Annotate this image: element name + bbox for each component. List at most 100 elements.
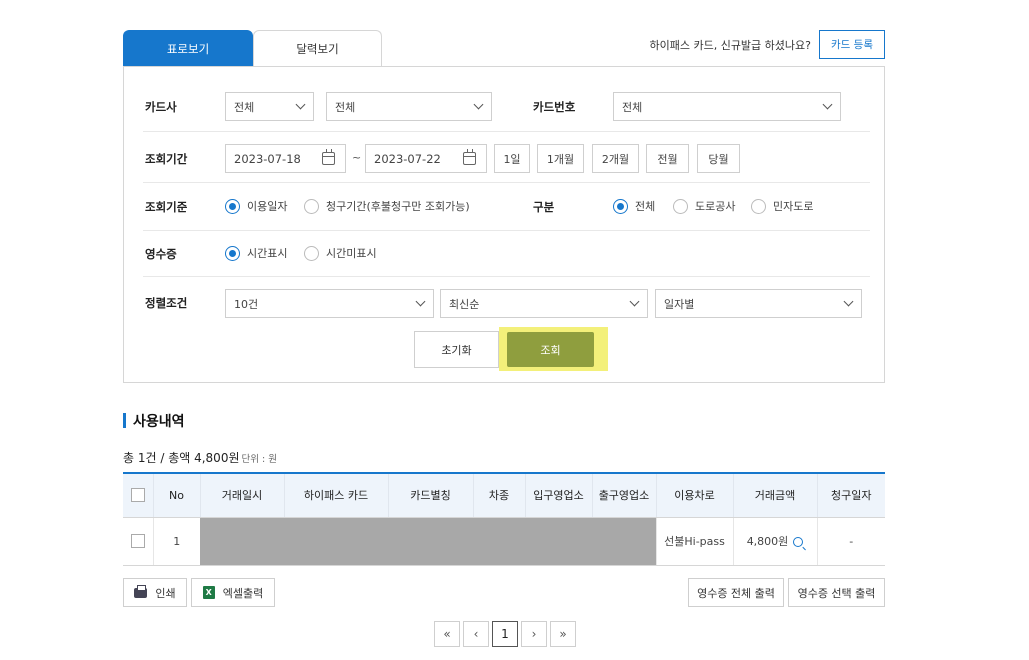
receipt-option-label: 시간미표시: [326, 247, 377, 260]
column-header: 거래금액: [732, 472, 817, 518]
calendar-icon[interactable]: [463, 149, 476, 165]
column-header: 출구영업소: [591, 472, 656, 518]
card-register-button[interactable]: 카드 등록: [819, 30, 885, 59]
calendar-icon[interactable]: [322, 149, 335, 165]
column-header: 청구일자: [816, 472, 885, 518]
header-select-all[interactable]: [123, 472, 153, 518]
excel-label: 엑셀출력: [222, 586, 264, 600]
start-date-input[interactable]: 2023-07-18: [225, 144, 346, 173]
basis-label: 조회기준: [145, 200, 188, 214]
sort-order-value: 최신순: [449, 297, 480, 311]
end-date-value: 2023-07-22: [374, 151, 441, 166]
card-company-sub-value: 전체: [335, 100, 356, 114]
chevron-down-icon: [629, 296, 640, 307]
tab-calendar-view[interactable]: 달력보기: [253, 30, 382, 67]
card-number-select[interactable]: 전체: [613, 92, 841, 121]
card-company-select[interactable]: 전체: [225, 92, 314, 121]
category-option-label: 민자도로: [773, 200, 814, 213]
receipt-radio-hide-time[interactable]: 시간미표시: [304, 245, 377, 261]
column-header: 카드별칭: [387, 472, 473, 518]
category-label: 구분: [533, 200, 555, 214]
print-button[interactable]: 인쇄: [123, 578, 187, 607]
first-page-button[interactable]: «: [434, 621, 460, 647]
radio-dot: [304, 198, 319, 214]
masked-data-cell: [200, 517, 656, 566]
receipt-label: 영수증: [145, 247, 177, 261]
chevron-down-icon: [473, 99, 484, 110]
chevron-down-icon: [415, 296, 426, 307]
card-number-label: 카드번호: [533, 100, 576, 114]
new-card-notice: 하이패스 카드, 신규발급 하셨나요?: [649, 39, 811, 52]
summary: 총 1건 / 총액 4,800원 단위 : 원: [123, 449, 277, 466]
start-date-value: 2023-07-18: [234, 151, 301, 166]
category-radio-all[interactable]: 전체: [613, 198, 655, 214]
basis-option-label: 이용일자: [247, 200, 288, 213]
basis-radio-billing-period[interactable]: 청구기간(후불청구만 조회가능): [304, 198, 470, 214]
tab-table-view-label: 표로보기: [166, 41, 210, 56]
last-page-button[interactable]: »: [550, 621, 576, 647]
receipt-option-label: 시간표시: [247, 247, 288, 260]
excel-export-button[interactable]: X 엑셀출력: [191, 578, 275, 607]
next-page-button[interactable]: ›: [521, 621, 547, 647]
section-title: 사용내역: [133, 414, 185, 430]
row-select-cell[interactable]: [123, 517, 153, 566]
reset-button[interactable]: 초기화: [414, 331, 499, 368]
sort-order-select[interactable]: 최신순: [440, 289, 648, 318]
radio-dot: [673, 198, 688, 214]
select-all-checkbox[interactable]: [130, 488, 145, 503]
period-1month-button[interactable]: 1개월: [537, 144, 584, 173]
divider: [143, 276, 870, 277]
card-company-value: 전체: [234, 100, 255, 114]
tab-table-view[interactable]: 표로보기: [123, 30, 253, 67]
chevron-down-icon: [822, 99, 833, 110]
radio-dot: [751, 198, 766, 214]
zoom-in-icon[interactable]: [793, 537, 804, 547]
date-separator: ~: [352, 151, 362, 164]
print-label: 인쇄: [155, 586, 176, 600]
row-checkbox[interactable]: [130, 534, 145, 548]
row-billing-date: -: [816, 517, 885, 566]
receipt-radio-show-time[interactable]: 시간표시: [225, 245, 287, 261]
page-number-current[interactable]: 1: [492, 621, 518, 647]
sort-count-select[interactable]: 10건: [225, 289, 434, 318]
period-2month-button[interactable]: 2개월: [592, 144, 639, 173]
table-row: 1 선불Hi-pass 4,800원 -: [123, 517, 885, 566]
column-header: 차종: [472, 472, 525, 518]
column-header: No: [152, 472, 200, 518]
excel-icon: X: [202, 586, 215, 599]
section-marker: [123, 413, 126, 428]
category-option-label: 도로공사: [695, 200, 736, 213]
row-no: 1: [152, 517, 200, 566]
usage-table: No 거래일시 하이패스 카드 카드별칭 차종 입구영업소 출구영업소 이용차로…: [123, 472, 885, 566]
column-header: 이용차로: [655, 472, 733, 518]
radio-dot: [225, 198, 240, 214]
period-prev-month-button[interactable]: 전월: [646, 144, 689, 173]
chevron-down-icon: [843, 296, 854, 307]
receipt-print-selected-button[interactable]: 영수증 선택 출력: [788, 578, 885, 607]
receipt-print-all-button[interactable]: 영수증 전체 출력: [688, 578, 784, 607]
end-date-input[interactable]: 2023-07-22: [365, 144, 487, 173]
period-this-month-button[interactable]: 당월: [697, 144, 740, 173]
table-header-row: No 거래일시 하이패스 카드 카드별칭 차종 입구영업소 출구영업소 이용차로…: [123, 472, 885, 518]
sort-by-select[interactable]: 일자별: [655, 289, 862, 318]
basis-radio-usage-date[interactable]: 이용일자: [225, 198, 287, 214]
chevron-down-icon: [295, 99, 306, 110]
row-amount: 4,800원: [746, 535, 789, 548]
tab-calendar-view-label: 달력보기: [296, 42, 339, 56]
summary-unit: 단위 : 원: [241, 454, 277, 465]
period-1day-button[interactable]: 1일: [494, 144, 530, 173]
divider: [143, 230, 870, 231]
basis-option-label: 청구기간(후불청구만 조회가능): [326, 200, 470, 213]
column-header: 거래일시: [199, 472, 284, 518]
card-company-label: 카드사: [145, 100, 177, 114]
prev-page-button[interactable]: ‹: [463, 621, 489, 647]
sort-label: 정렬조건: [145, 296, 188, 310]
category-radio-expressway[interactable]: 도로공사: [673, 198, 735, 214]
card-company-sub-select[interactable]: 전체: [326, 92, 492, 121]
search-button[interactable]: 조회: [507, 332, 594, 367]
period-label: 조회기간: [145, 152, 188, 166]
summary-text: 총 1건 / 총액 4,800원: [123, 451, 240, 465]
row-amount-cell: 4,800원: [732, 517, 817, 566]
category-radio-private-road[interactable]: 민자도로: [751, 198, 813, 214]
column-header: 하이패스 카드: [283, 472, 388, 518]
